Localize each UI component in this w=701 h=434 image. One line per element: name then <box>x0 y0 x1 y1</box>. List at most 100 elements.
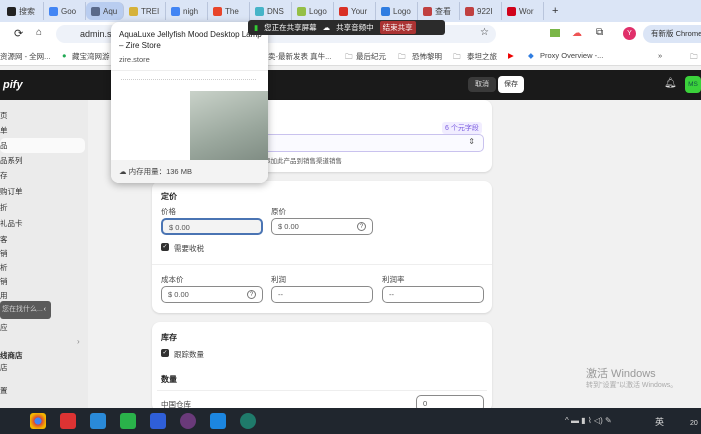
chrome-taskbar-icon[interactable] <box>30 413 46 429</box>
shopify-topbar: pify 取消 保存 🔔︎ MS <box>0 70 701 100</box>
bookmark[interactable]: 卖-最新发表 真牛... <box>268 51 331 62</box>
bookmark-star-icon[interactable]: ☆ <box>480 27 489 38</box>
reload-icon[interactable]: ⟳ <box>14 27 23 40</box>
browser-tab[interactable]: The <box>208 2 250 20</box>
extension-icon[interactable] <box>550 29 560 37</box>
wechat-taskbar-icon[interactable] <box>120 413 136 429</box>
tax-checkbox[interactable]: ✓ <box>161 243 169 251</box>
browser-tab[interactable]: Goo <box>44 2 86 20</box>
tab-hover-preview: AquaLuxe Jellyfish Mood Desktop Lamp – Z… <box>111 22 268 183</box>
chevron-left-icon[interactable]: ‹ <box>44 301 46 319</box>
cost-input[interactable]: $ 0.00? <box>161 286 263 303</box>
browser-tab[interactable]: Logo <box>292 2 334 20</box>
compare-price-value: $ 0.00 <box>278 222 299 231</box>
sidebar-item[interactable]: 析 <box>0 262 8 273</box>
sidebar-item[interactable]: 礼品卡 <box>0 218 23 229</box>
chevron-right-icon[interactable]: › <box>77 337 80 346</box>
sidebar-item[interactable]: 品系列 <box>0 155 23 166</box>
tab-label: TREI <box>141 6 160 16</box>
divider <box>157 390 487 391</box>
cost-label: 成本价 <box>161 275 184 284</box>
browser-tab[interactable]: nigh <box>166 2 208 20</box>
extensions-puzzle-icon[interactable]: ⧉ <box>596 27 603 38</box>
sidebar-item[interactable]: 折 <box>0 202 8 213</box>
sidebar-item[interactable]: 购订单 <box>0 186 23 197</box>
profit-label: 利润 <box>271 275 286 284</box>
tab-label: 查看 <box>435 6 451 16</box>
search-tooltip[interactable]: 您在找什么... ‹ <box>0 301 51 319</box>
browser-tab[interactable]: DNS <box>250 2 292 20</box>
bell-icon[interactable]: 🔔︎ <box>664 78 677 89</box>
app-taskbar-icon[interactable] <box>150 413 166 429</box>
youtube-icon[interactable]: ▶ <box>508 51 514 60</box>
tab-label: DNS <box>267 6 284 16</box>
bookmark-icon: ● <box>62 51 67 60</box>
store-avatar[interactable]: MS <box>685 76 701 93</box>
thumb-nav <box>121 79 256 80</box>
profile-avatar[interactable]: Y <box>623 27 636 40</box>
compare-price-label: 原价 <box>271 207 286 216</box>
app-taskbar-icon[interactable] <box>90 413 106 429</box>
browser-tab[interactable]: 搜索 <box>2 2 44 20</box>
metafields-count[interactable]: 6 个元字段 <box>442 122 482 134</box>
sidebar-item[interactable]: 单 <box>0 125 8 136</box>
stop-share-button[interactable]: 结束共享 <box>379 21 416 34</box>
sidebar-item[interactable]: 销 <box>0 276 8 287</box>
bookmark[interactable]: 藏宝湾网游 <box>72 51 110 62</box>
favicon-icon <box>297 6 306 16</box>
bookmark[interactable]: Proxy Overview -... <box>540 51 603 60</box>
screen-share-bar: ▮ 您正在共享屏幕 ☁ 共享音频中 结束共享 <box>248 20 445 35</box>
favicon-icon <box>507 6 516 16</box>
sidebar-item[interactable]: 线商店 <box>0 350 23 361</box>
system-tray-icons[interactable]: ^ ▬ ▮ ⌇ ◁) ✎ <box>565 416 612 425</box>
sidebar-item[interactable]: 页 <box>0 110 8 121</box>
track-quantity-checkbox[interactable]: ✓ <box>161 349 169 357</box>
sidebar-item[interactable]: 销 <box>0 248 8 259</box>
browser-tab[interactable]: Aqu <box>86 2 124 20</box>
help-icon[interactable]: ? <box>357 222 366 231</box>
browser-tab[interactable]: Wor <box>502 2 544 20</box>
sidebar-item[interactable]: 客 <box>0 234 8 245</box>
quantity-title: 数量 <box>161 375 177 384</box>
channel-select[interactable]: ⇕ <box>252 134 484 152</box>
compare-price-input[interactable]: $ 0.00? <box>271 218 373 235</box>
share-status: 您正在共享屏幕 <box>264 23 317 32</box>
help-icon[interactable]: ? <box>247 290 256 299</box>
browser-tab[interactable]: TREI <box>124 2 166 20</box>
sidebar-item[interactable]: 存 <box>0 170 8 181</box>
price-input[interactable]: $ 0.00 <box>161 218 263 235</box>
extension-icon[interactable]: ☁ <box>572 28 582 39</box>
bookmark[interactable]: 资源网 - 全网... <box>0 51 50 62</box>
clock[interactable]: 20 <box>690 420 698 427</box>
home-icon[interactable]: ⌂ <box>36 27 42 38</box>
update-chrome-button[interactable]: 有新版 Chrome <box>643 25 701 43</box>
app-taskbar-icon[interactable] <box>180 413 196 429</box>
bookmark-folder[interactable]: 最后纪元 <box>356 51 386 62</box>
activation-watermark-subtitle: 转到"设置"以激活 Windows。 <box>586 382 678 389</box>
favicon-icon <box>339 6 348 16</box>
browser-tab[interactable]: 922I <box>460 2 502 20</box>
browser-tab[interactable]: Logo <box>376 2 418 20</box>
cancel-button[interactable]: 取消 <box>468 77 496 92</box>
sidebar-item[interactable]: 用 <box>0 290 8 301</box>
app-taskbar-icon[interactable] <box>240 413 256 429</box>
sidebar-item[interactable]: 店 <box>0 362 8 373</box>
folder-icon: 🗀 <box>345 52 353 61</box>
app-taskbar-icon[interactable] <box>210 413 226 429</box>
sidebar-nav: 页单品品系列存购订单折礼品卡客销析销用应线商店店置 您在找什么... ‹ › <box>0 100 88 408</box>
sidebar-item[interactable]: 应 <box>0 322 8 333</box>
bookmark-folder[interactable]: 恐怖黎明 <box>412 51 442 62</box>
sidebar-item[interactable]: 置 <box>0 385 8 396</box>
wps-taskbar-icon[interactable] <box>60 413 76 429</box>
save-button[interactable]: 保存 <box>498 76 524 93</box>
bookmark-folder[interactable]: 泰坦之旅 <box>467 51 497 62</box>
more-bookmarks-button[interactable]: » <box>658 51 662 60</box>
favicon-icon <box>381 6 390 16</box>
ime-indicator[interactable]: 英 <box>655 415 664 428</box>
browser-tab[interactable]: Your <box>334 2 376 20</box>
tab-label: Goo <box>61 6 77 16</box>
margin-value: -- <box>389 290 394 299</box>
new-tab-button[interactable]: + <box>552 5 558 17</box>
sidebar-item[interactable]: 品 <box>0 140 8 151</box>
browser-tab[interactable]: 查看 <box>418 2 460 20</box>
